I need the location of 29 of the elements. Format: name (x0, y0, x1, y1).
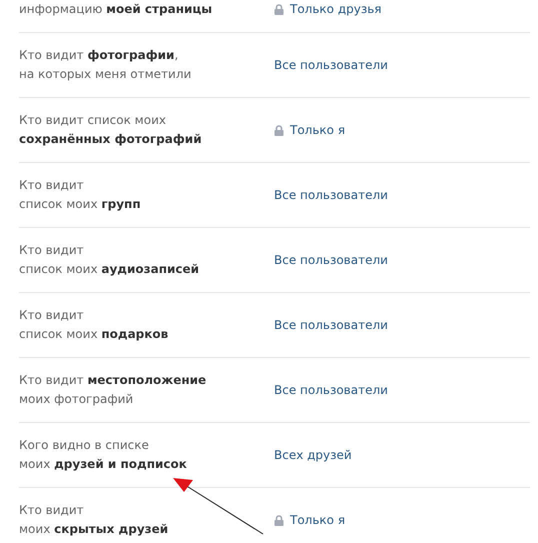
privacy-dropdown[interactable]: Все пользователи (274, 250, 388, 270)
privacy-dropdown[interactable]: Только я (274, 120, 346, 140)
setting-label: Кто видит список моих (19, 112, 167, 129)
privacy-dropdown[interactable]: Только я (274, 510, 346, 530)
privacy-dropdown[interactable]: Всех друзей (274, 446, 352, 464)
setting-label: список моих групп (19, 196, 142, 213)
setting-label: список моих подарков (19, 326, 170, 343)
setting-label: моих скрытых друзей (19, 521, 170, 538)
setting-label: Кто видит местоположение (19, 372, 208, 389)
setting-label: на которых меня отметили (19, 66, 192, 83)
privacy-dropdown[interactable]: Все пользователи (274, 316, 388, 334)
setting-label: моих фотографий (19, 391, 134, 408)
privacy-dropdown[interactable]: Все пользователи (274, 186, 388, 204)
setting-label: информацию моей страницы (19, 1, 214, 18)
setting-label: Кто видит (19, 177, 85, 194)
setting-label: Кто видит (19, 307, 85, 324)
privacy-dropdown[interactable]: Все пользователи (274, 56, 388, 74)
setting-label: Кто видит (19, 502, 85, 519)
lock-icon (274, 124, 284, 136)
lock-icon (274, 514, 284, 526)
setting-label: Кого видно в списке (19, 437, 150, 454)
privacy-dropdown[interactable]: Только друзья (274, 0, 382, 19)
setting-label: сохранённых фотографий (19, 131, 203, 148)
setting-label: Кто видит (19, 242, 85, 259)
setting-label: список моих аудиозаписей (19, 261, 200, 278)
setting-label: моих друзей и подписок (19, 456, 188, 473)
setting-label: Кто видит фотографии, (19, 47, 180, 64)
privacy-dropdown[interactable]: Все пользователи (274, 380, 388, 400)
lock-icon (274, 4, 284, 15)
